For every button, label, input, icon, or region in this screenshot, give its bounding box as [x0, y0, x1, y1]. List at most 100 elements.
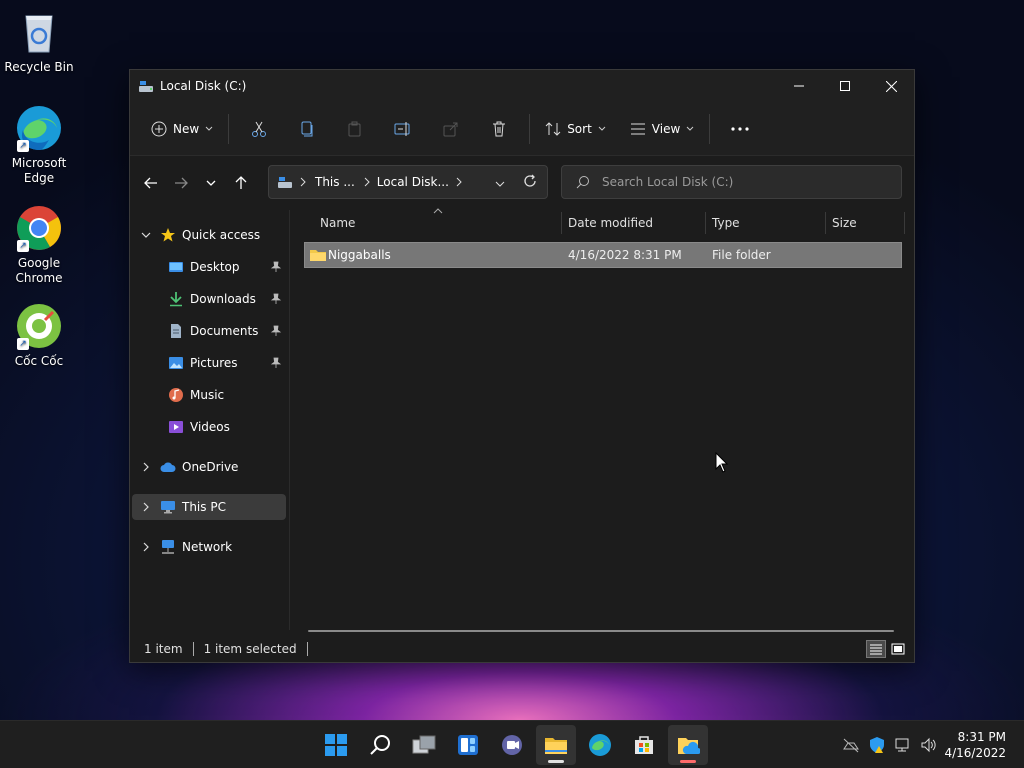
- nav-network[interactable]: Network: [132, 534, 286, 560]
- table-row[interactable]: Niggaballs 4/16/2022 8:31 PM File folder: [304, 242, 902, 268]
- breadcrumb-local-disk[interactable]: Local Disk...: [377, 175, 449, 189]
- search-button[interactable]: [360, 725, 400, 765]
- column-header-size[interactable]: Size: [832, 210, 857, 236]
- start-button[interactable]: [316, 725, 356, 765]
- document-icon: [171, 324, 181, 338]
- desktop-icon-coc-coc[interactable]: ↗ Cốc Cốc: [0, 302, 78, 369]
- nav-label: Music: [190, 388, 225, 402]
- nav-label: This PC: [182, 500, 226, 514]
- navigation-pane: Quick access Desktop Downloads Documents…: [130, 210, 290, 630]
- clock-time: 8:31 PM: [957, 730, 1006, 744]
- file-name: Niggaballs: [328, 248, 391, 262]
- nav-music[interactable]: Music: [132, 382, 286, 408]
- arrow-up-icon: [235, 176, 247, 189]
- desktop-icon-recycle-bin[interactable]: Recycle Bin: [0, 8, 78, 75]
- item-count: 1 item: [144, 642, 183, 656]
- security-warning-icon[interactable]: [868, 736, 886, 754]
- desktop-icon-label: Google Chrome: [15, 256, 63, 285]
- column-header-name[interactable]: Name: [320, 210, 355, 236]
- more-options-button[interactable]: [716, 111, 764, 147]
- column-divider[interactable]: [904, 212, 905, 234]
- chevron-right-icon: [143, 542, 149, 552]
- share-button[interactable]: [427, 111, 475, 147]
- edge-icon: [589, 734, 611, 756]
- chat-icon: [502, 735, 522, 755]
- nav-downloads[interactable]: Downloads: [132, 286, 286, 312]
- network-wired-icon[interactable]: [894, 737, 912, 753]
- title-bar[interactable]: Local Disk (C:): [130, 70, 914, 102]
- system-tray: [842, 721, 938, 768]
- nav-onedrive[interactable]: OneDrive: [132, 454, 286, 480]
- taskbar-file-explorer[interactable]: [536, 725, 576, 765]
- pin-icon[interactable]: [270, 261, 282, 273]
- view-button[interactable]: View: [621, 111, 703, 147]
- task-view-button[interactable]: [404, 725, 444, 765]
- refresh-button[interactable]: [523, 174, 537, 191]
- new-button[interactable]: New: [142, 111, 222, 147]
- rename-icon: [394, 121, 410, 136]
- up-button[interactable]: [226, 168, 256, 198]
- clock[interactable]: 8:31 PM 4/16/2022: [944, 729, 1006, 761]
- column-header-type[interactable]: Type: [712, 210, 740, 236]
- address-dropdown-button[interactable]: [495, 176, 505, 190]
- address-bar[interactable]: This ... Local Disk...: [268, 165, 548, 199]
- taskbar-store[interactable]: [624, 725, 664, 765]
- chevron-down-icon: [141, 232, 151, 238]
- divider: [228, 113, 230, 144]
- pin-icon[interactable]: [270, 293, 282, 305]
- column-divider[interactable]: [561, 212, 562, 234]
- forward-button[interactable]: [166, 168, 196, 198]
- details-view-button[interactable]: [866, 640, 886, 658]
- widgets-button[interactable]: [448, 725, 488, 765]
- back-button[interactable]: [136, 168, 166, 198]
- nav-documents[interactable]: Documents: [132, 318, 286, 344]
- column-divider[interactable]: [705, 212, 706, 234]
- download-icon: [170, 292, 182, 307]
- view-list-icon: [630, 123, 645, 134]
- refresh-icon: [524, 174, 536, 187]
- paste-button[interactable]: [331, 111, 379, 147]
- horizontal-scrollbar[interactable]: [308, 630, 894, 632]
- pin-icon[interactable]: [270, 357, 282, 369]
- shortcut-arrow-icon: ↗: [17, 240, 29, 252]
- desktop-icon-microsoft-edge[interactable]: ↗ Microsoft Edge: [0, 104, 78, 186]
- pictures-icon: [169, 357, 183, 369]
- search-box[interactable]: [561, 165, 902, 199]
- taskbar-app-running[interactable]: [668, 725, 708, 765]
- search-input[interactable]: [602, 175, 882, 189]
- nav-desktop[interactable]: Desktop: [132, 254, 286, 280]
- chevron-down-icon: [686, 126, 694, 131]
- nav-this-pc[interactable]: This PC: [132, 494, 286, 520]
- search-icon: [576, 176, 589, 189]
- task-view-icon: [412, 735, 436, 754]
- sort-button[interactable]: Sort: [536, 111, 615, 147]
- drive-icon: [139, 81, 153, 92]
- close-button[interactable]: [868, 70, 914, 102]
- volume-icon[interactable]: [920, 737, 938, 753]
- nav-videos[interactable]: Videos: [132, 414, 286, 440]
- file-list: Name Date modified Type Size Niggaballs …: [290, 208, 914, 632]
- column-divider[interactable]: [825, 212, 826, 234]
- edge-icon: ↗: [15, 104, 63, 152]
- nav-pictures[interactable]: Pictures: [132, 350, 286, 376]
- rename-button[interactable]: [379, 111, 427, 147]
- nav-quick-access[interactable]: Quick access: [132, 222, 286, 248]
- tiles-view-button[interactable]: [888, 640, 908, 658]
- pin-icon[interactable]: [270, 325, 282, 337]
- chevron-down-icon: [206, 180, 216, 186]
- recent-locations-button[interactable]: [196, 168, 226, 198]
- copy-button[interactable]: [283, 111, 331, 147]
- cut-button[interactable]: [235, 111, 283, 147]
- delete-button[interactable]: [475, 111, 523, 147]
- column-header-date[interactable]: Date modified: [568, 210, 653, 236]
- file-date: 4/16/2022 8:31 PM: [568, 248, 682, 262]
- desktop-icon-google-chrome[interactable]: ↗ Google Chrome: [0, 204, 78, 286]
- chevron-down-icon: [205, 126, 213, 131]
- chat-button[interactable]: [492, 725, 532, 765]
- maximize-button[interactable]: [822, 70, 868, 102]
- breadcrumb-this-pc[interactable]: This ...: [315, 175, 355, 189]
- taskbar-edge[interactable]: [580, 725, 620, 765]
- network-disconnected-icon[interactable]: [842, 737, 860, 753]
- nav-label: Videos: [190, 420, 230, 434]
- minimize-button[interactable]: [776, 70, 822, 102]
